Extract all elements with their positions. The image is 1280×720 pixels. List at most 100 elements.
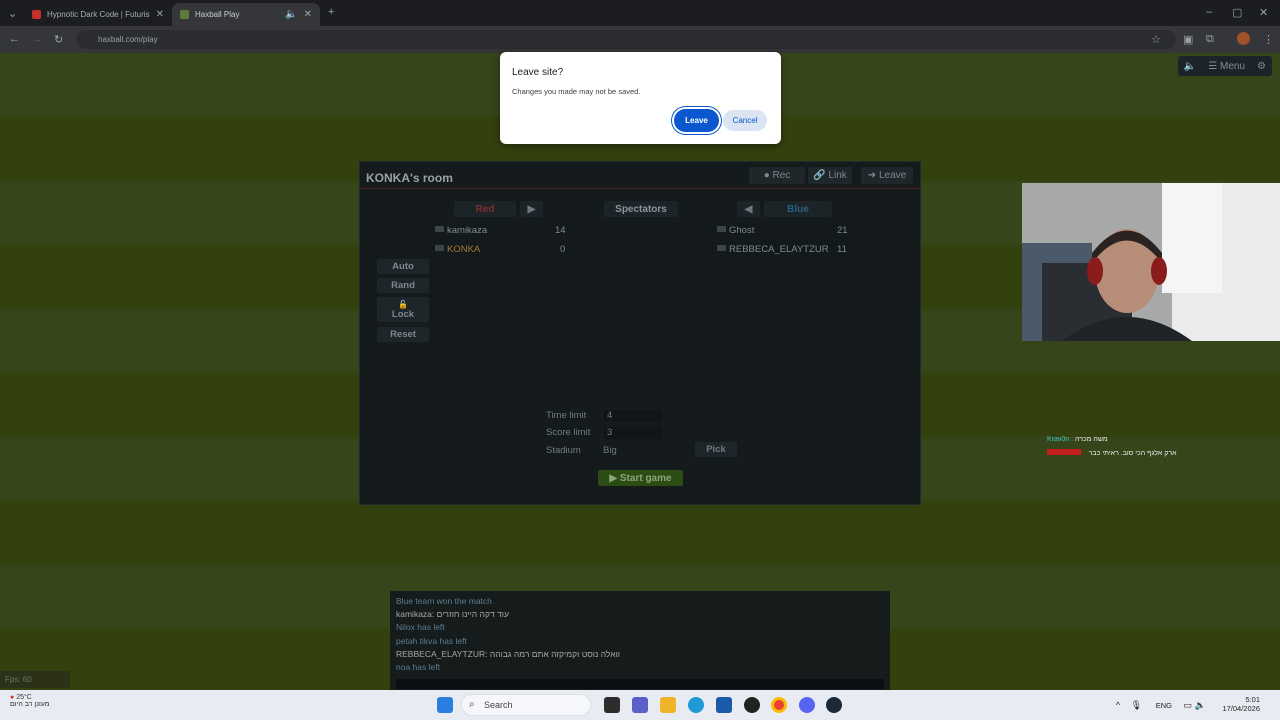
spectators-list bbox=[574, 222, 709, 398]
webcam-image bbox=[1022, 183, 1280, 341]
auto-button[interactable]: Auto bbox=[377, 259, 429, 274]
leave-room-button[interactable]: ➜ Leave bbox=[861, 167, 913, 184]
clock-time: 5:01 bbox=[1245, 695, 1260, 704]
start-game-button[interactable]: ▶ Start game bbox=[598, 470, 683, 486]
tab-title: Hypnotic Dark Code | Futuristic... bbox=[47, 10, 150, 19]
start-windows-icon[interactable] bbox=[437, 697, 453, 713]
close-tab-icon[interactable]: ✕ bbox=[156, 9, 164, 20]
move-to-red-icon[interactable]: ▶ bbox=[520, 201, 543, 217]
flag-icon bbox=[435, 245, 444, 251]
reset-button[interactable]: Reset bbox=[377, 327, 429, 342]
chat-line: REBBECA_ELAYTZUR: וואלה נוסט וקמיקזה אתם… bbox=[396, 648, 620, 659]
speaker-icon[interactable]: 🔈 bbox=[285, 9, 297, 20]
close-tab-icon[interactable]: ✕ bbox=[304, 9, 312, 20]
sound-icon[interactable]: 🔈 bbox=[1178, 61, 1202, 72]
chat-line: kamikaza: עוד דקה היינו חוזרים bbox=[396, 609, 509, 620]
time-limit-label: Time limit bbox=[546, 410, 587, 421]
clock[interactable]: 5:01 17/04/2026 bbox=[1222, 695, 1260, 713]
room-panel: KONKA's room ● Rec 🔗 Link ➜ Leave Red ▶ … bbox=[359, 161, 921, 505]
stream-chat-user-badge bbox=[1047, 449, 1081, 455]
weather-alert-icon: ● bbox=[10, 694, 15, 701]
menu-button[interactable]: ☰ Menu bbox=[1202, 61, 1251, 72]
tray-overflow-icon[interactable]: ^ bbox=[1116, 700, 1120, 710]
haxball-page: 🔈 ☰ Menu ⚙ KONKA's room ● Rec 🔗 Link ➜ L… bbox=[0, 53, 1280, 690]
close-window-icon[interactable]: ✕ bbox=[1259, 6, 1268, 19]
tab-bar: ⌄ Hypnotic Dark Code | Futuristic... ✕ H… bbox=[0, 0, 1280, 26]
rand-button[interactable]: Rand bbox=[377, 278, 429, 293]
stream-chat-text: משה מכרה bbox=[1075, 436, 1108, 443]
task-view-icon[interactable] bbox=[604, 697, 620, 713]
lock-icon: 🔓 bbox=[398, 299, 408, 309]
chat-input[interactable] bbox=[396, 679, 884, 689]
language-indicator[interactable]: ENG bbox=[1156, 701, 1172, 710]
extension-icon[interactable]: ▣ bbox=[1183, 33, 1193, 46]
teams-icon[interactable] bbox=[632, 697, 648, 713]
lock-button[interactable]: 🔓 Lock bbox=[377, 297, 429, 322]
link-button[interactable]: 🔗 Link bbox=[808, 167, 852, 184]
extensions-puzzle-icon[interactable]: ⧉ bbox=[1206, 33, 1214, 46]
forward-icon[interactable]: → bbox=[32, 33, 43, 45]
browser-menu-icon[interactable]: ⋮ bbox=[1263, 33, 1274, 46]
player-row-blue[interactable]: Ghost bbox=[717, 225, 754, 236]
reload-icon[interactable]: ↻ bbox=[54, 33, 63, 46]
file-explorer-icon[interactable] bbox=[660, 697, 676, 713]
chat-line: petah tikva has left bbox=[396, 635, 467, 646]
score-limit-value: 3 bbox=[607, 427, 613, 438]
chat-line: Blue team won the match bbox=[396, 596, 492, 606]
taskbar-search[interactable]: ⌕ Search bbox=[461, 694, 591, 716]
player-name: KONKA bbox=[447, 244, 481, 255]
red-team-header[interactable]: Red bbox=[454, 201, 516, 217]
chrome-icon[interactable] bbox=[771, 697, 787, 713]
bookmark-star-icon[interactable]: ☆ bbox=[1151, 33, 1161, 46]
back-icon[interactable]: ← bbox=[9, 33, 20, 45]
obs-icon[interactable] bbox=[744, 697, 760, 713]
player-name: Ghost bbox=[729, 225, 755, 236]
steam-icon[interactable] bbox=[826, 697, 842, 713]
player-score: 14 bbox=[555, 225, 566, 236]
pick-stadium-button[interactable]: Pick bbox=[695, 442, 737, 457]
dialog-title: Leave site? bbox=[512, 67, 564, 78]
volume-icon[interactable]: 🔈 bbox=[1195, 700, 1206, 711]
new-tab-icon[interactable]: + bbox=[328, 6, 334, 18]
mic-icon[interactable]: 🎙 bbox=[1131, 700, 1142, 711]
discord-icon[interactable] bbox=[799, 697, 815, 713]
network-icon[interactable]: ▭ bbox=[1183, 700, 1192, 711]
player-row-blue[interactable]: REBBECA_ELAYTZUR bbox=[717, 244, 829, 255]
tab-search-icon[interactable]: ⌄ bbox=[8, 7, 17, 20]
tab-hypnotic-dark-code[interactable]: Hypnotic Dark Code | Futuristic... ✕ bbox=[24, 3, 172, 26]
game-chat: Blue team won the match kamikaza: עוד דקה… bbox=[390, 591, 890, 690]
spectators-header[interactable]: Spectators bbox=[604, 201, 678, 217]
time-limit-value: 4 bbox=[607, 410, 613, 421]
game-top-menu: 🔈 ☰ Menu ⚙ bbox=[1177, 56, 1272, 76]
tab-title: Haxball Play bbox=[195, 10, 240, 19]
rec-button[interactable]: ● Rec bbox=[749, 167, 805, 184]
minimize-icon[interactable]: – bbox=[1206, 6, 1212, 18]
player-row-red[interactable]: kamikaza bbox=[435, 225, 487, 236]
maximize-icon[interactable]: ▢ bbox=[1232, 6, 1242, 19]
url-field[interactable]: haxball.com/play bbox=[76, 30, 1176, 49]
chat-line: Nilox has left bbox=[396, 622, 445, 633]
move-to-blue-icon[interactable]: ◀ bbox=[737, 201, 760, 217]
stream-chat-line: ‎‎‎‎ : ארק אלגף הכי סוב. ראיתי כבר bbox=[1047, 449, 1176, 457]
leave-button[interactable]: Leave bbox=[674, 109, 719, 132]
player-row-red[interactable]: KONKA bbox=[435, 244, 480, 255]
stream-chat-user: ‎‎‎‎ : bbox=[1082, 450, 1087, 457]
score-limit-label: Score limit bbox=[546, 427, 591, 438]
stadium-value: Big bbox=[603, 445, 617, 456]
player-name: kamikaza bbox=[447, 225, 488, 236]
edge-icon[interactable] bbox=[688, 697, 704, 713]
player-score: 11 bbox=[837, 244, 847, 255]
time-limit-select[interactable] bbox=[604, 410, 662, 422]
tab-haxball-play[interactable]: Haxball Play 🔈 ✕ bbox=[172, 3, 320, 26]
blue-team-header[interactable]: Blue bbox=[764, 201, 832, 217]
player-score: 21 bbox=[837, 225, 848, 236]
settings-gear-icon[interactable]: ⚙ bbox=[1251, 61, 1272, 72]
stream-chat-line: Krav0n : משה מכרה bbox=[1047, 436, 1108, 443]
store-icon[interactable] bbox=[716, 697, 732, 713]
profile-avatar[interactable] bbox=[1237, 32, 1250, 45]
address-bar: ← → ↻ haxball.com/play ☆ ▣ ⧉ ⋮ bbox=[0, 26, 1280, 53]
weather-widget[interactable]: ● 25°C מעונן רב היום bbox=[10, 694, 50, 708]
score-limit-select[interactable] bbox=[604, 427, 662, 439]
cancel-button[interactable]: Cancel bbox=[723, 110, 767, 131]
search-icon: ⌕ bbox=[469, 699, 475, 710]
